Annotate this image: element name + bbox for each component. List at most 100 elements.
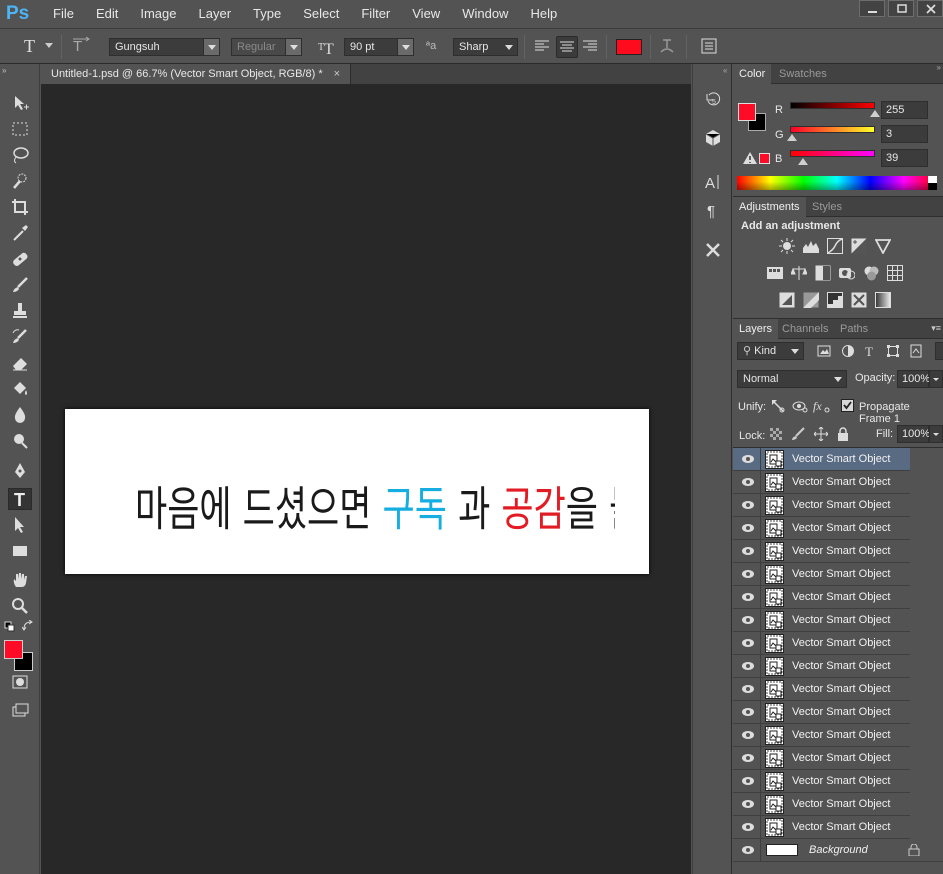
healing-brush-tool[interactable] (8, 248, 32, 270)
menu-image[interactable]: Image (129, 0, 187, 28)
g-slider[interactable] (790, 126, 875, 133)
clone-stamp-tool[interactable] (8, 300, 32, 322)
restore-button[interactable] (888, 0, 914, 17)
eye-icon[interactable] (739, 751, 757, 765)
filter-toggle[interactable] (935, 342, 943, 360)
hue-saturation-icon[interactable] (767, 265, 783, 281)
r-slider[interactable] (790, 102, 875, 109)
tool-presets-button[interactable] (701, 238, 725, 262)
expand-icon[interactable]: » (2, 66, 6, 75)
move-tool[interactable] (8, 92, 32, 114)
vibrance-icon[interactable] (875, 238, 891, 254)
black-white-icon[interactable] (815, 265, 831, 281)
type-tool-preset-button[interactable]: T (20, 35, 42, 57)
default-colors-icon[interactable] (4, 621, 16, 633)
menu-type[interactable]: Type (242, 0, 292, 28)
b-slider[interactable] (790, 150, 875, 157)
layer-row[interactable]: Vector Smart Object (733, 609, 910, 632)
history-brush-tool[interactable] (8, 326, 32, 348)
history-panel-button[interactable]: 5 (701, 88, 725, 112)
dodge-tool[interactable] (8, 430, 32, 452)
filter-type-icon[interactable]: T (863, 344, 877, 358)
panel-menu-icon[interactable]: ▾≡ (931, 323, 941, 334)
font-family-select[interactable]: Gungsuh (109, 38, 220, 56)
unify-style-icon[interactable]: fx (813, 398, 831, 414)
black-swatch[interactable] (928, 183, 937, 190)
layer-row[interactable]: Vector Smart Object (733, 586, 910, 609)
lasso-tool[interactable] (8, 144, 32, 166)
blur-tool[interactable] (8, 404, 32, 426)
layer-row[interactable]: Background (733, 839, 943, 862)
align-center-button[interactable] (556, 36, 578, 58)
layer-row[interactable]: Vector Smart Object (733, 747, 910, 770)
color-balance-icon[interactable] (791, 265, 807, 281)
type-tool[interactable]: T (8, 488, 32, 510)
unify-position-icon[interactable] (770, 398, 786, 414)
eye-icon[interactable] (739, 498, 757, 512)
opacity-dropdown[interactable] (929, 370, 943, 388)
levels-icon[interactable] (803, 238, 819, 254)
font-size-select[interactable]: 90 pt (344, 38, 414, 56)
layer-row[interactable]: Vector Smart Object (733, 678, 910, 701)
layer-filter-select[interactable]: ⚲ Kind (737, 342, 804, 360)
threshold-icon[interactable] (827, 292, 843, 308)
hand-tool[interactable] (8, 569, 32, 591)
g-slider-thumb[interactable] (787, 134, 797, 141)
layer-row[interactable]: Vector Smart Object (733, 793, 910, 816)
path-selection-tool[interactable] (8, 514, 32, 536)
eye-icon[interactable] (739, 567, 757, 581)
layer-row[interactable]: Vector Smart Object (733, 701, 910, 724)
g-input[interactable]: 3 (881, 125, 928, 143)
b-input[interactable]: 39 (881, 149, 928, 167)
close-tab-icon[interactable]: × (334, 68, 340, 80)
lock-pixels-icon[interactable] (791, 427, 805, 441)
toggle-text-orientation-button[interactable]: T (70, 35, 92, 57)
tab-paths[interactable]: Paths (834, 319, 874, 339)
fill-input[interactable]: 100% (897, 425, 930, 443)
gamut-color-swatch[interactable] (759, 153, 770, 164)
eye-icon[interactable] (739, 705, 757, 719)
channel-mixer-icon[interactable] (863, 265, 879, 281)
tab-channels[interactable]: Channels (776, 319, 834, 339)
tab-layers[interactable]: Layers (733, 319, 779, 339)
marquee-tool[interactable] (8, 118, 32, 140)
warp-text-button[interactable] (657, 36, 679, 58)
layer-row[interactable]: Vector Smart Object (733, 655, 910, 678)
lock-transparent-icon[interactable] (770, 428, 782, 440)
rectangle-tool[interactable] (8, 540, 32, 562)
posterize-icon[interactable] (803, 292, 819, 308)
3d-panel-button[interactable] (701, 126, 725, 150)
align-right-button[interactable] (580, 36, 602, 58)
menu-view[interactable]: View (401, 0, 451, 28)
unify-visibility-icon[interactable] (792, 398, 808, 414)
character-panel-toggle[interactable] (699, 36, 721, 58)
text-color-swatch[interactable] (616, 39, 642, 55)
tab-styles[interactable]: Styles (806, 197, 848, 217)
minimize-button[interactable] (859, 0, 885, 17)
menu-select[interactable]: Select (292, 0, 350, 28)
curves-icon[interactable] (827, 238, 843, 254)
opacity-input[interactable]: 100% (897, 370, 930, 388)
quick-mask-button[interactable] (8, 671, 32, 693)
filter-shape-icon[interactable] (886, 344, 900, 358)
eye-icon[interactable] (739, 521, 757, 535)
align-left-button[interactable] (532, 36, 554, 58)
invert-icon[interactable] (779, 292, 795, 308)
fill-dropdown[interactable] (929, 425, 943, 443)
layer-row[interactable]: Vector Smart Object (733, 632, 910, 655)
layer-row[interactable]: Vector Smart Object (733, 494, 910, 517)
color-lookup-icon[interactable] (887, 265, 903, 281)
tab-adjustments[interactable]: Adjustments (733, 197, 806, 217)
eye-icon[interactable] (739, 544, 757, 558)
paint-bucket-tool[interactable] (8, 378, 32, 400)
layer-row[interactable]: Vector Smart Object (733, 517, 910, 540)
filter-pixel-icon[interactable] (817, 344, 831, 358)
tab-swatches[interactable]: Swatches (773, 64, 833, 84)
menu-layer[interactable]: Layer (188, 0, 243, 28)
crop-tool[interactable] (8, 196, 32, 218)
brightness-contrast-icon[interactable] (779, 238, 795, 254)
eraser-tool[interactable] (8, 352, 32, 374)
selective-color-icon[interactable] (851, 292, 867, 308)
swap-colors-icon[interactable] (22, 620, 34, 632)
color-spectrum-ramp[interactable] (737, 176, 937, 190)
